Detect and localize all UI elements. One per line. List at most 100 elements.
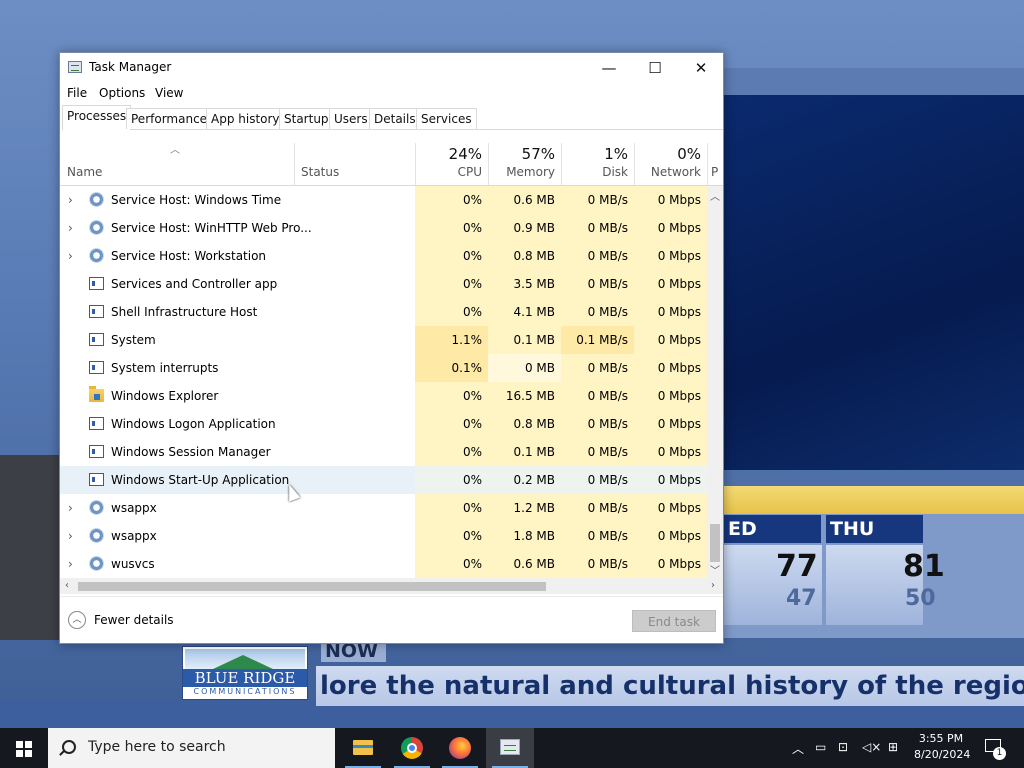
process-row[interactable]: Windows Start-Up Application 0% 0.2 MB 0 MB… [60, 466, 707, 494]
process-row[interactable]: › wsappx 0% 1.8 MB 0 MB/s 0 Mbps [60, 522, 707, 550]
scroll-right-icon[interactable]: › [711, 580, 715, 591]
process-row[interactable]: › wusvcs 0% 0.6 MB 0 MB/s 0 Mbps [60, 550, 707, 578]
show-hidden-icons-icon[interactable]: ︿ [792, 740, 804, 757]
vertical-scrollbar[interactable]: ︿ ﹀ [707, 186, 723, 578]
column-cpu[interactable]: 24% CPU [415, 143, 488, 185]
window-app-icon [89, 277, 104, 290]
process-row[interactable]: › wsappx 0% 1.2 MB 0 MB/s 0 Mbps [60, 494, 707, 522]
search-placeholder: Type here to search [88, 739, 226, 755]
process-network: 0 Mbps [634, 466, 707, 494]
search-icon [62, 740, 76, 754]
process-memory: 0.9 MB [488, 214, 561, 242]
process-disk: 0 MB/s [561, 550, 634, 578]
process-name: Shell Infrastructure Host [111, 305, 258, 319]
tab-strip: Processes Performance App history Startu… [62, 105, 723, 130]
taskbar-clock[interactable]: 3:55 PM 8/20/2024 [914, 731, 970, 763]
expand-chevron-icon[interactable]: › [68, 214, 73, 242]
menu-file[interactable]: File [67, 86, 87, 100]
logo-main-text: BLUE RIDGE [183, 669, 307, 687]
scroll-up-icon[interactable]: ︿ [710, 188, 720, 203]
maximize-button[interactable]: ☐ [632, 53, 678, 83]
column-name[interactable]: Name [60, 143, 294, 185]
process-cpu: 0% [415, 186, 488, 214]
start-button[interactable] [0, 728, 48, 768]
horizontal-scroll-thumb[interactable] [78, 582, 546, 591]
process-memory: 4.1 MB [488, 298, 561, 326]
vertical-scroll-thumb[interactable] [710, 524, 720, 562]
column-disk[interactable]: 1% Disk [561, 143, 634, 185]
network-icon[interactable]: ⊡ [838, 740, 848, 754]
gear-icon [89, 248, 104, 263]
scroll-down-icon[interactable]: ﹀ [710, 562, 720, 577]
tab-processes[interactable]: Processes [62, 105, 132, 130]
column-memory[interactable]: 57% Memory [488, 143, 561, 185]
tab-services[interactable]: Services [416, 108, 477, 129]
process-row[interactable]: Windows Explorer 0% 16.5 MB 0 MB/s 0 Mbps [60, 382, 707, 410]
window-app-icon [89, 361, 104, 374]
process-row[interactable]: Services and Controller app 0% 3.5 MB 0 MB/… [60, 270, 707, 298]
firefox-taskbar-button[interactable] [436, 728, 484, 768]
expand-chevron-icon[interactable]: › [68, 186, 73, 214]
weather-low-2: 50 [905, 586, 936, 611]
chrome-taskbar-button[interactable] [388, 728, 436, 768]
column-network[interactable]: 0% Network [634, 143, 707, 185]
fewer-details-link[interactable]: Fewer details [94, 613, 174, 627]
file-explorer-taskbar-button[interactable] [339, 728, 387, 768]
expand-chevron-icon[interactable]: › [68, 242, 73, 270]
process-cpu: 0% [415, 410, 488, 438]
process-row[interactable]: Windows Logon Application 0% 0.8 MB 0 MB/s 0… [60, 410, 707, 438]
task-manager-window: Task Manager — ☐ ✕ File Options View Pro… [59, 52, 724, 644]
menu-view[interactable]: View [155, 86, 183, 100]
process-memory: 0.2 MB [488, 466, 561, 494]
window-title: Task Manager [89, 60, 172, 74]
volume-muted-icon[interactable]: ◁× [862, 740, 881, 754]
windows-logo-pane [16, 750, 23, 757]
chevron-up-icon[interactable]: ︿ [68, 611, 86, 629]
window-app-icon [89, 473, 104, 486]
process-network: 0 Mbps [634, 550, 707, 578]
process-row[interactable]: System interrupts 0.1% 0 MB 0 MB/s 0 Mbps [60, 354, 707, 382]
logo-sub-text: COMMUNICATIONS [193, 687, 297, 696]
menu-options[interactable]: Options [99, 86, 145, 100]
window-app-icon [89, 333, 104, 346]
language-icon[interactable]: ⊞ [888, 740, 898, 754]
process-row[interactable]: › Service Host: Workstation 0% 0.8 MB 0 MB/s… [60, 242, 707, 270]
chrome-icon [401, 737, 423, 759]
disk-label: Disk [602, 165, 628, 179]
tab-performance[interactable]: Performance [126, 108, 213, 129]
background-video-panel [724, 95, 1024, 470]
process-name: Windows Logon Application [111, 417, 276, 431]
title-bar[interactable]: Task Manager — ☐ ✕ [60, 53, 723, 83]
windows-logo-pane [25, 741, 32, 748]
process-row[interactable]: Windows Session Manager 0% 0.1 MB 0 MB/s 0 M… [60, 438, 707, 466]
tab-details[interactable]: Details [369, 108, 421, 129]
expand-chevron-icon[interactable]: › [68, 494, 73, 522]
scroll-left-icon[interactable]: ‹ [65, 580, 69, 591]
folder-icon [89, 386, 104, 402]
minimize-button[interactable]: — [586, 53, 632, 83]
process-name: System [111, 333, 156, 347]
process-row[interactable]: › Service Host: WinHTTP Web Pro... 0% 0.9 M… [60, 214, 707, 242]
expand-chevron-icon[interactable]: › [68, 522, 73, 550]
process-memory: 0.1 MB [488, 326, 561, 354]
news-ticker: lore the natural and cultural history of… [316, 666, 1024, 706]
process-row[interactable]: Shell Infrastructure Host 0% 4.1 MB 0 MB/s 0… [60, 298, 707, 326]
expand-chevron-icon[interactable]: › [68, 550, 73, 578]
tab-app-history[interactable]: App history [206, 108, 285, 129]
process-row[interactable]: › Service Host: Windows Time 0% 0.6 MB 0 MB/… [60, 186, 707, 214]
tab-users[interactable]: Users [329, 108, 373, 129]
process-cpu: 0% [415, 214, 488, 242]
column-status[interactable]: Status [294, 143, 415, 185]
tab-startup[interactable]: Startup [279, 108, 334, 129]
end-task-button[interactable]: End task [632, 610, 716, 632]
close-button[interactable]: ✕ [678, 53, 724, 83]
column-power[interactable]: P [707, 143, 723, 185]
process-memory: 1.2 MB [488, 494, 561, 522]
process-network: 0 Mbps [634, 242, 707, 270]
taskbar-search-box[interactable]: Type here to search [48, 728, 335, 768]
process-row[interactable]: System 1.1% 0.1 MB 0.1 MB/s 0 Mbps [60, 326, 707, 354]
horizontal-scrollbar[interactable]: ‹ › [60, 578, 723, 594]
device-icon[interactable]: ▭ [815, 740, 826, 754]
task-manager-taskbar-button[interactable] [486, 728, 534, 768]
process-name: Service Host: Workstation [111, 249, 267, 263]
